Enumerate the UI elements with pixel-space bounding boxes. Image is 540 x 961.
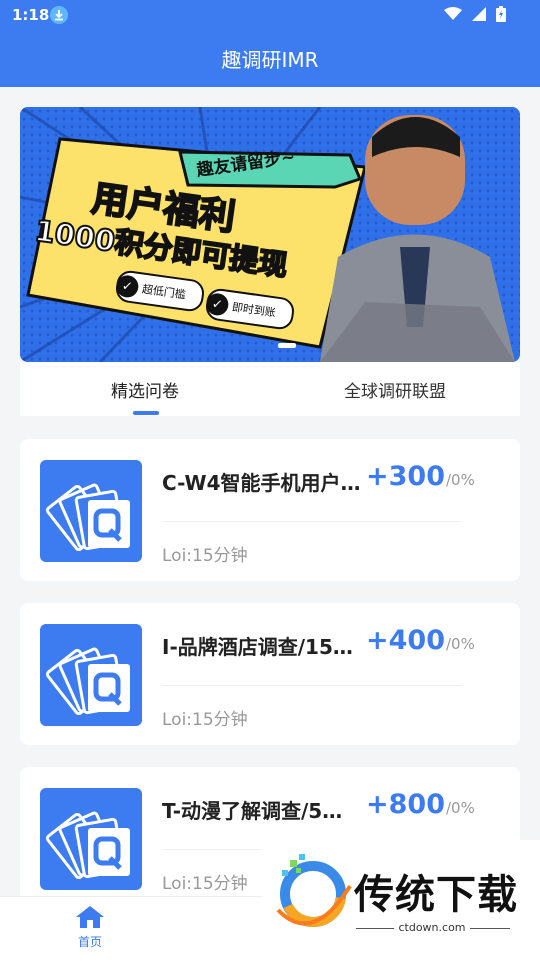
tab-global-alliance[interactable]: 全球调研联盟: [270, 362, 520, 416]
nav-home-label: 首页: [77, 935, 102, 949]
check-icon: ✓: [204, 291, 230, 317]
completion-rate: /0%: [445, 471, 475, 489]
points-value: +400: [366, 625, 445, 656]
survey-duration: Loi:15分钟: [162, 710, 248, 730]
status-time: 1:18: [12, 6, 50, 24]
watermark-site-text: ctdown.com: [394, 921, 470, 934]
survey-duration: Loi:15分钟: [162, 546, 248, 566]
tab-label: 精选问卷: [111, 381, 179, 402]
nav-home[interactable]: 首页: [60, 905, 120, 950]
status-bar: 1:18: [0, 0, 540, 30]
check-icon: ✓: [114, 273, 140, 299]
divider: [162, 521, 462, 522]
questionnaire-icon: [40, 624, 142, 726]
survey-card[interactable]: I-品牌酒店调查/15分钟 +400/0% Loi:15分钟: [20, 603, 520, 745]
survey-title: C-W4智能手机用户调研: [162, 471, 362, 495]
questionnaire-icon: [40, 460, 142, 562]
survey-tabs: 精选问卷 全球调研联盟: [20, 362, 520, 416]
points-value: +300: [366, 461, 445, 492]
watermark-title: 传统下载: [354, 872, 518, 918]
watermark-logo-icon: [276, 854, 352, 927]
completion-rate: /0%: [445, 799, 475, 817]
tab-label: 全球调研联盟: [344, 381, 446, 402]
watermark-site: ctdown.com: [354, 921, 510, 934]
divider: [162, 685, 462, 686]
app-header: 趣调研IMR: [0, 30, 540, 87]
watermark: 传统下载 ctdown.com: [262, 840, 540, 940]
survey-points: +800/0%: [366, 789, 475, 820]
survey-points: +300/0%: [366, 461, 475, 492]
survey-points: +400/0%: [366, 625, 475, 656]
home-icon: [76, 906, 104, 928]
tab-featured-surveys[interactable]: 精选问卷: [20, 362, 270, 416]
completion-rate: /0%: [445, 635, 475, 653]
page-title: 趣调研IMR: [221, 48, 319, 72]
survey-duration: Loi:15分钟: [162, 874, 248, 894]
survey-title: T-动漫了解调查/5分钟: [162, 799, 362, 823]
survey-card[interactable]: C-W4智能手机用户调研 +300/0% Loi:15分钟: [20, 439, 520, 581]
questionnaire-icon: [40, 788, 142, 890]
promo-banner[interactable]: 趣友请留步~ 用户福利 1000积分即可提现 ✓ 超低门槛 ✓ 即时到账: [20, 107, 520, 362]
battery-icon: [496, 6, 506, 22]
points-value: +800: [366, 789, 445, 820]
survey-title: I-品牌酒店调查/15分钟: [162, 635, 362, 659]
active-tab-indicator: [133, 411, 159, 415]
banner-badge-1-label: 超低门槛: [141, 282, 187, 302]
wifi-icon: [444, 7, 462, 20]
signal-icon: [472, 7, 486, 21]
banner-badge-2-label: 即时到账: [231, 300, 277, 320]
download-icon: [50, 6, 68, 24]
